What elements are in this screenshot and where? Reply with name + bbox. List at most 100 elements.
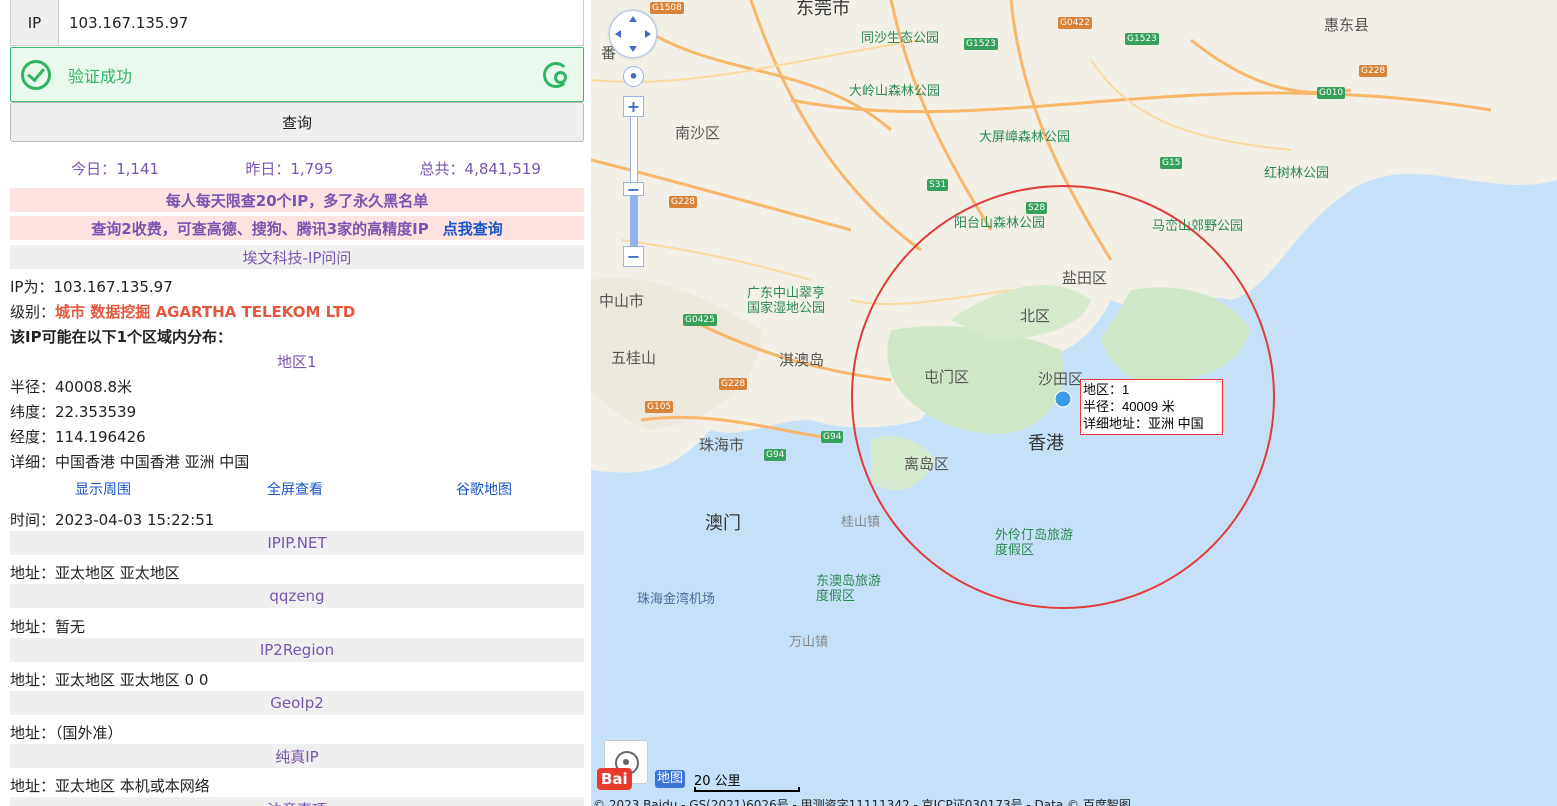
road-tag: G94 — [764, 449, 787, 461]
source-title: qqzeng — [10, 584, 584, 608]
source-title: 纯真IP — [10, 744, 584, 768]
locate-dot-icon[interactable]: • — [623, 66, 644, 87]
source-title: IPIP.NET — [10, 531, 584, 555]
source-address: 地址：亚太地区 亚太地区 0 0 — [10, 671, 209, 689]
paid-notice: 查询2收费，可查高德、搜狗、腾讯3家的高精度IP 点我查询 — [10, 216, 584, 240]
park-label: 外伶仃岛旅游度假区 — [995, 528, 1074, 558]
fullscreen-link[interactable]: 全屏查看 — [267, 479, 323, 499]
road-tag: G15 — [1160, 157, 1183, 169]
zoom-handle[interactable]: − — [623, 180, 644, 199]
road-tag: S31 — [927, 179, 949, 191]
map-label: 盐田区 — [1062, 269, 1108, 287]
road-tag: G1523 — [964, 38, 998, 50]
map-label: 五桂山 — [611, 349, 657, 367]
ip-input[interactable]: 103.167.135.97 — [59, 0, 583, 45]
park-label: 东澳岛旅游度假区 — [816, 574, 882, 604]
ip-label: IP — [11, 0, 59, 45]
ip-line: IP为：103.167.135.97 — [10, 276, 173, 297]
location-info-popup: 地区：1 半径：40009 米 详细地址：亚洲 中国 — [1080, 379, 1223, 435]
stat-today: 今日：1,141 — [71, 160, 160, 178]
distribution-text: 该IP可能在以下1个区域内分布： — [10, 328, 233, 346]
park-label: 同沙生态公园 — [861, 31, 940, 46]
park-label: 广东中山翠亨国家湿地公园 — [747, 286, 826, 316]
source-title: 注意事项 — [10, 797, 584, 806]
stat-total: 总共：4,841,519 — [419, 160, 541, 178]
paid-query-link[interactable]: 点我查询 — [443, 218, 503, 239]
road-tag: G94 — [821, 431, 844, 443]
map-base — [591, 0, 1557, 609]
level-label: 级别： — [10, 303, 56, 321]
google-map-link[interactable]: 谷歌地图 — [456, 479, 512, 499]
section-aiwen: 埃文科技-IP问问 — [10, 245, 584, 269]
zoom-in-button[interactable]: + — [623, 96, 644, 117]
info-address: 详细地址：亚洲 中国 — [1083, 416, 1204, 431]
road-tag: G0422 — [1058, 17, 1092, 29]
baidu-map-logo: Bai 地图 — [597, 768, 687, 792]
map-view[interactable]: 东莞市 惠东县 番 南沙区 中山市 五桂山 淇澳岛 珠海市 澳门 香港 屯门区 … — [591, 0, 1557, 806]
zoom-out-button[interactable]: − — [623, 246, 644, 267]
level-line: 级别：城市 数据挖掘 AGARTHA TELEKOM LTD — [10, 301, 355, 322]
radius-line: 半径：40008.8米 — [10, 378, 133, 396]
road-tag: G0425 — [683, 314, 717, 326]
source-address: 地址：暂无 — [10, 618, 86, 636]
latitude-line: 纬度：22.353539 — [10, 403, 137, 421]
map-label: 南沙区 — [675, 124, 721, 142]
scale-bar — [694, 787, 800, 792]
park-label: 阳台山森林公园 — [954, 216, 1046, 231]
road-tag: G228 — [669, 196, 698, 208]
show-around-link[interactable]: 显示周围 — [75, 479, 131, 499]
ip-line-value: 103.167.135.97 — [53, 278, 173, 296]
pan-control[interactable] — [609, 10, 657, 58]
time-line: 时间：2023-04-03 15:22:51 — [10, 511, 215, 529]
map-label: 中山市 — [599, 292, 645, 310]
paid-notice-text: 查询2收费，可查高德、搜狗、腾讯3家的高精度IP — [91, 219, 429, 238]
ip-input-group: IP 103.167.135.97 — [10, 0, 584, 46]
query-button[interactable]: 查询 — [10, 102, 584, 142]
stat-yesterday: 昨日：1,795 — [245, 160, 334, 178]
source-address: 地址：亚太地区 亚太地区 — [10, 564, 180, 582]
road-tag: G010 — [1317, 87, 1346, 99]
region-title: 地区1 — [277, 353, 317, 371]
airport-label: 珠海金湾机场 — [637, 592, 716, 607]
check-circle-icon — [21, 59, 51, 90]
road-tag: G228 — [1359, 65, 1388, 77]
map-label: 东莞市 — [796, 0, 850, 19]
map-label: 澳门 — [705, 513, 741, 534]
map-label: 珠海市 — [699, 436, 745, 454]
captcha-verify-box[interactable]: 验证成功 — [10, 47, 584, 102]
level-value: 城市 数据挖掘 AGARTHA TELEKOM LTD — [55, 303, 356, 321]
zoom-control[interactable]: • + − − — [623, 66, 644, 270]
longitude-line: 经度：114.196426 — [10, 428, 146, 446]
limit-notice: 每人每天限查20个IP，多了永久黑名单 — [10, 188, 584, 212]
map-label: 惠东县 — [1324, 16, 1370, 34]
map-label: 万山镇 — [789, 635, 829, 650]
map-label: 屯门区 — [924, 368, 970, 386]
baidu-logo-text: Bai — [597, 768, 632, 790]
left-panel: IP 103.167.135.97 验证成功 查询 今日：1,141 昨日：1,… — [0, 0, 591, 806]
park-label: 马峦山郊野公园 — [1152, 219, 1244, 234]
map-label: 离岛区 — [904, 455, 950, 473]
map-logo-text: 地图 — [655, 770, 686, 788]
info-radius: 半径：40009 米 — [1083, 399, 1175, 414]
source-title: IP2Region — [10, 638, 584, 662]
park-label: 红树林公园 — [1264, 166, 1330, 181]
map-label: 香港 — [1028, 433, 1064, 454]
road-tag: S28 — [1026, 202, 1048, 214]
road-tag: G105 — [645, 401, 674, 413]
ip-line-label: IP为： — [10, 278, 54, 296]
park-label: 大屏嶂森林公园 — [979, 130, 1071, 145]
limit-notice-text: 每人每天限查20个IP，多了永久黑名单 — [165, 191, 429, 210]
source-title: GeoIp2 — [10, 691, 584, 715]
map-label: 北区 — [1020, 307, 1051, 325]
source-address: 地址：亚太地区 本机或本网络 — [10, 777, 210, 795]
detail-line: 详细：中国香港 中国香港 亚洲 中国 — [10, 453, 250, 471]
map-label: 桂山镇 — [841, 515, 881, 530]
info-region: 地区：1 — [1083, 382, 1130, 397]
map-copyright: © 2023 Baidu - GS(2021)6026号 - 甲测资字11111… — [593, 798, 1131, 806]
refresh-icon[interactable] — [543, 62, 569, 88]
road-tag: G228 — [719, 378, 748, 390]
map-label: 淇澳岛 — [779, 351, 825, 369]
visit-stats: 今日：1,141 昨日：1,795 总共：4,841,519 — [10, 158, 584, 182]
road-tag: G1523 — [1125, 33, 1159, 45]
verify-status: 验证成功 — [68, 66, 133, 86]
